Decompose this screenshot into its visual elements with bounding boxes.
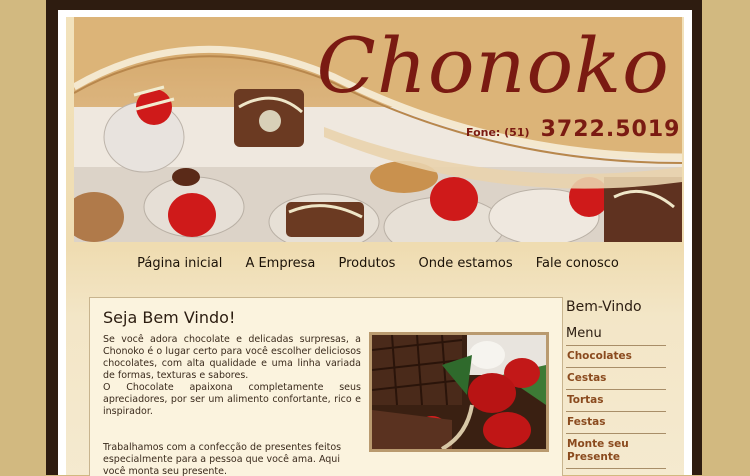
phone-label: Fone: (51) [466,126,530,139]
phone-number: 3722.5019 [540,117,681,142]
welcome-paragraph-1: Se você adora chocolate e delicadas surp… [103,334,361,381]
page-title: Seja Bem Vindo! [103,308,236,327]
main-navigation: Página inicial A Empresa Produtos Onde e… [74,252,682,276]
sidebar-title: Bem-Vindo [566,299,642,315]
welcome-paragraph-2: O Chocolate apaixona completamente seus … [103,382,361,417]
sidebar-item-chocolates[interactable]: Chocolates [566,346,666,368]
welcome-text: Se você adora chocolate e delicadas surp… [103,334,361,476]
sidebar-item-monte-seu-presente[interactable]: Monte seu Presente [566,434,666,469]
nav-item-pagina-inicial[interactable]: Página inicial [137,252,222,276]
welcome-paragraph-3: Trabalhamos com a confecção de presentes… [103,442,342,476]
nav-item-onde-estamos[interactable]: Onde estamos [419,252,513,276]
sidebar: Bem-Vindo Menu Chocolates Cestas Tortas … [566,296,666,469]
nav-item-produtos[interactable]: Produtos [338,252,395,276]
sidebar-menu-heading: Menu [566,326,602,341]
phone-number-block: Fone: (51) 3722.5019 [466,117,680,142]
chocolates-photo-frame [369,332,549,452]
sidebar-item-tortas[interactable]: Tortas [566,390,666,412]
header-banner: Chonoko Fone: (51) 3722.5019 [74,17,682,242]
sidebar-item-cestas[interactable]: Cestas [566,368,666,390]
brand-logo[interactable]: Chonoko [317,21,670,110]
main-content-box: Seja Bem Vindo! Se você adora chocolate … [89,297,563,476]
sidebar-menu: Chocolates Cestas Tortas Festas Monte se… [566,345,666,469]
nav-item-a-empresa[interactable]: A Empresa [245,252,315,276]
chocolates-and-roses-photo [372,335,546,449]
nav-item-fale-conosco[interactable]: Fale conosco [536,252,619,276]
sidebar-item-festas[interactable]: Festas [566,412,666,434]
